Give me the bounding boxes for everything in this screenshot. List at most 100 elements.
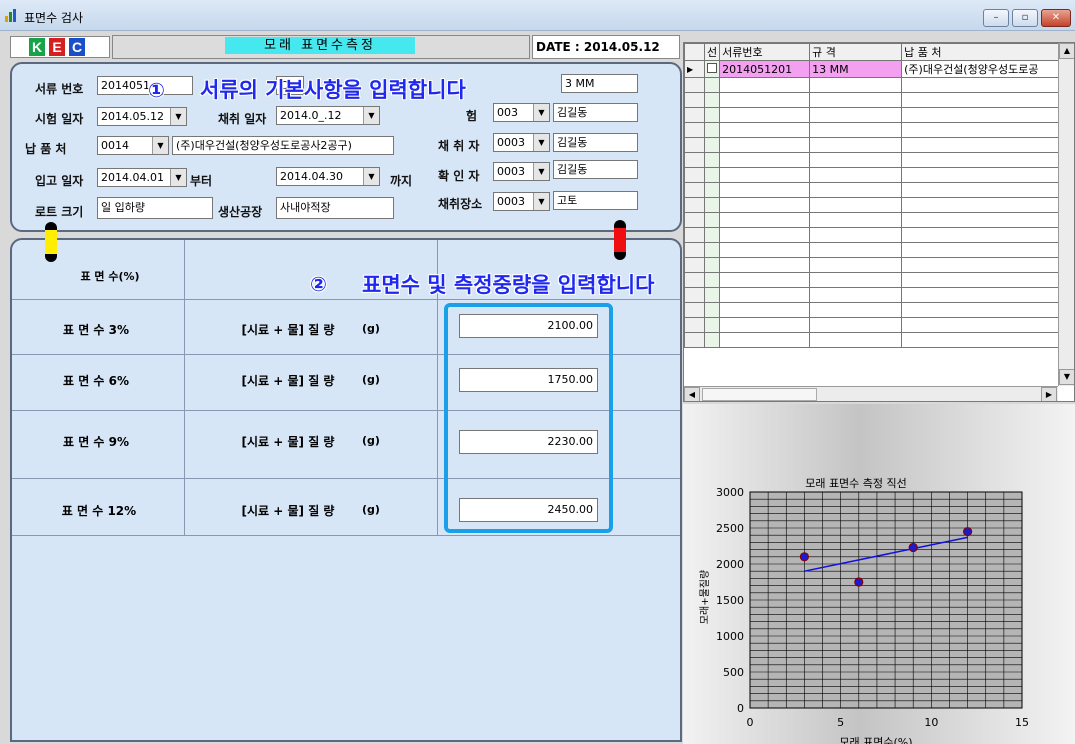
scroll-left-icon[interactable]: ◀ bbox=[684, 387, 700, 401]
minimize-button[interactable]: – bbox=[983, 9, 1009, 27]
test-date-value: 2014.05.12 bbox=[101, 110, 164, 123]
chevron-down-icon[interactable]: ▼ bbox=[533, 193, 549, 210]
spec-field[interactable]: 3 MM bbox=[561, 74, 638, 93]
lot-size-field[interactable]: 일 입하량 bbox=[97, 197, 213, 219]
tester-code-value: 003 bbox=[497, 106, 518, 119]
place-name-field[interactable]: 고토 bbox=[553, 191, 638, 210]
row-unit-6: (g) bbox=[362, 373, 380, 386]
row-unit-12: (g) bbox=[362, 503, 380, 516]
logo-letter-c: C bbox=[69, 38, 85, 56]
tester-code-combo[interactable]: 003 ▼ bbox=[493, 103, 550, 122]
supplier-label: 납 품 처 bbox=[25, 142, 67, 156]
column-header-select[interactable]: 선 bbox=[703, 43, 721, 61]
supplier-name-field[interactable]: (주)대우건설(청양우성도로공사2공구) bbox=[172, 136, 394, 155]
chart-title: 모래 표면수 측정 직선 bbox=[805, 477, 907, 490]
chevron-down-icon[interactable]: ▼ bbox=[363, 107, 379, 124]
chevron-down-icon[interactable]: ▼ bbox=[170, 169, 186, 186]
row-desc-6: [시료 + 물] 질 량 bbox=[241, 374, 335, 388]
doc-no-field[interactable]: 2014051 bbox=[97, 76, 193, 95]
data-point bbox=[963, 526, 973, 537]
chevron-down-icon[interactable]: ▼ bbox=[363, 168, 379, 185]
maximize-button[interactable]: ▫ bbox=[1012, 9, 1038, 27]
row-indicator-header bbox=[684, 43, 705, 61]
page-title: 모래 표면수측정 bbox=[225, 37, 415, 54]
cell-spec: 13 MM bbox=[809, 60, 903, 78]
row-select-checkbox[interactable] bbox=[703, 60, 721, 78]
y-tick-label: 2000 bbox=[716, 558, 744, 571]
step2-number: ② bbox=[310, 272, 327, 296]
surface-water-header: 표 면 수(%) bbox=[80, 270, 140, 283]
input-highlight-frame bbox=[444, 303, 613, 533]
supplier-code-combo[interactable]: 0014 ▼ bbox=[97, 136, 169, 155]
x-tick-label: 10 bbox=[924, 716, 938, 729]
chart-y-label: 모래+물질량 bbox=[699, 570, 711, 624]
window-title: 표면수 검사 bbox=[24, 11, 84, 25]
x-tick-label: 15 bbox=[1015, 716, 1029, 729]
checker-code-value: 0003 bbox=[497, 165, 525, 178]
column-header-supplier[interactable]: 납 품 처 bbox=[901, 43, 1068, 61]
logo-letter-k: K bbox=[29, 38, 45, 56]
to-label: 까지 bbox=[390, 174, 413, 188]
chart-x-label: 모래 표면수(%) bbox=[839, 736, 912, 744]
sample-date-value: 2014.0_.12 bbox=[280, 109, 342, 122]
scroll-down-icon[interactable]: ▼ bbox=[1059, 369, 1074, 385]
test-date-picker[interactable]: 2014.05.12 ▼ bbox=[97, 107, 187, 126]
kec-logo: K E C bbox=[10, 36, 110, 58]
data-point bbox=[854, 577, 864, 587]
checker-label: 확 인 자 bbox=[438, 169, 480, 183]
tester-name-field[interactable]: 김길동 bbox=[553, 103, 638, 122]
logo-letter-e: E bbox=[49, 38, 65, 56]
in-date-from-picker[interactable]: 2014.04.01 ▼ bbox=[97, 168, 187, 187]
chevron-down-icon[interactable]: ▼ bbox=[533, 134, 549, 151]
test-date-label: 시험 일자 bbox=[35, 112, 84, 126]
factory-field[interactable]: 사내야적장 bbox=[276, 197, 394, 219]
step1-number: ① bbox=[148, 78, 165, 102]
vertical-scrollbar[interactable]: ▲ ▼ bbox=[1058, 43, 1074, 386]
checker-code-combo[interactable]: 0003 ▼ bbox=[493, 162, 550, 181]
place-code-combo[interactable]: 0003 ▼ bbox=[493, 192, 550, 211]
grid-divider bbox=[12, 299, 680, 300]
sampler-name-field[interactable]: 김길동 bbox=[553, 133, 638, 152]
table-row[interactable]: ▶ 2014051201 13 MM (주)대우건설(청양우성도로공 bbox=[684, 60, 1068, 78]
y-tick-label: 0 bbox=[737, 702, 744, 715]
checker-name-field[interactable]: 김길동 bbox=[553, 160, 638, 179]
data-point bbox=[799, 552, 810, 562]
in-date-from-value: 2014.04.01 bbox=[101, 171, 164, 184]
yellow-pin-icon bbox=[45, 222, 57, 262]
y-tick-label: 1500 bbox=[716, 594, 744, 607]
chevron-down-icon[interactable]: ▼ bbox=[533, 104, 549, 121]
close-button[interactable]: ✕ bbox=[1041, 9, 1071, 27]
doc-no-label: 서류 번호 bbox=[35, 82, 84, 96]
x-tick-label: 0 bbox=[747, 716, 754, 729]
chevron-down-icon[interactable]: ▼ bbox=[152, 137, 168, 154]
column-header-doc-no[interactable]: 서류번호 bbox=[719, 43, 811, 61]
scroll-right-icon[interactable]: ▶ bbox=[1041, 387, 1057, 401]
cell-doc-no: 2014051201 bbox=[719, 60, 811, 78]
title-bar: 표면수 검사 – ▫ ✕ bbox=[0, 0, 1075, 31]
step2-annotation: 표면수 및 측정중량을 입력합니다 bbox=[362, 273, 655, 297]
horizontal-scrollbar[interactable]: ◀ ▶ bbox=[684, 386, 1058, 401]
row-unit-3: (g) bbox=[362, 322, 380, 335]
chevron-down-icon[interactable]: ▼ bbox=[170, 108, 186, 125]
scroll-up-icon[interactable]: ▲ bbox=[1059, 43, 1074, 59]
row-label-3: 표 면 수 3% bbox=[62, 323, 130, 337]
grid-divider bbox=[184, 240, 185, 535]
sampler-label: 채 취 자 bbox=[438, 139, 480, 153]
column-header-spec[interactable]: 규 격 bbox=[809, 43, 903, 61]
row-desc-3: [시료 + 물] 질 량 bbox=[241, 323, 335, 337]
x-tick-label: 5 bbox=[837, 716, 844, 729]
sample-date-picker[interactable]: 2014.0_.12 ▼ bbox=[276, 106, 380, 125]
red-pin-icon bbox=[614, 220, 626, 260]
row-label-6: 표 면 수 6% bbox=[62, 374, 130, 388]
scroll-thumb[interactable] bbox=[702, 388, 817, 401]
row-desc-12: [시료 + 물] 질 량 bbox=[241, 504, 335, 518]
chevron-down-icon[interactable]: ▼ bbox=[533, 163, 549, 180]
in-date-to-value: 2014.04.30 bbox=[280, 170, 343, 183]
sampler-code-combo[interactable]: 0003 ▼ bbox=[493, 133, 550, 152]
from-label: 부터 bbox=[190, 174, 213, 188]
in-date-to-picker[interactable]: 2014.04.30 ▼ bbox=[276, 167, 380, 186]
place-label: 채취장소 bbox=[438, 197, 483, 211]
row-label-12: 표 면 수 12% bbox=[61, 504, 137, 518]
grid-divider bbox=[12, 535, 680, 536]
record-list-grid[interactable]: 선 서류번호 규 격 납 품 처 ▶ 2014051201 13 MM (주)대… bbox=[683, 42, 1075, 402]
